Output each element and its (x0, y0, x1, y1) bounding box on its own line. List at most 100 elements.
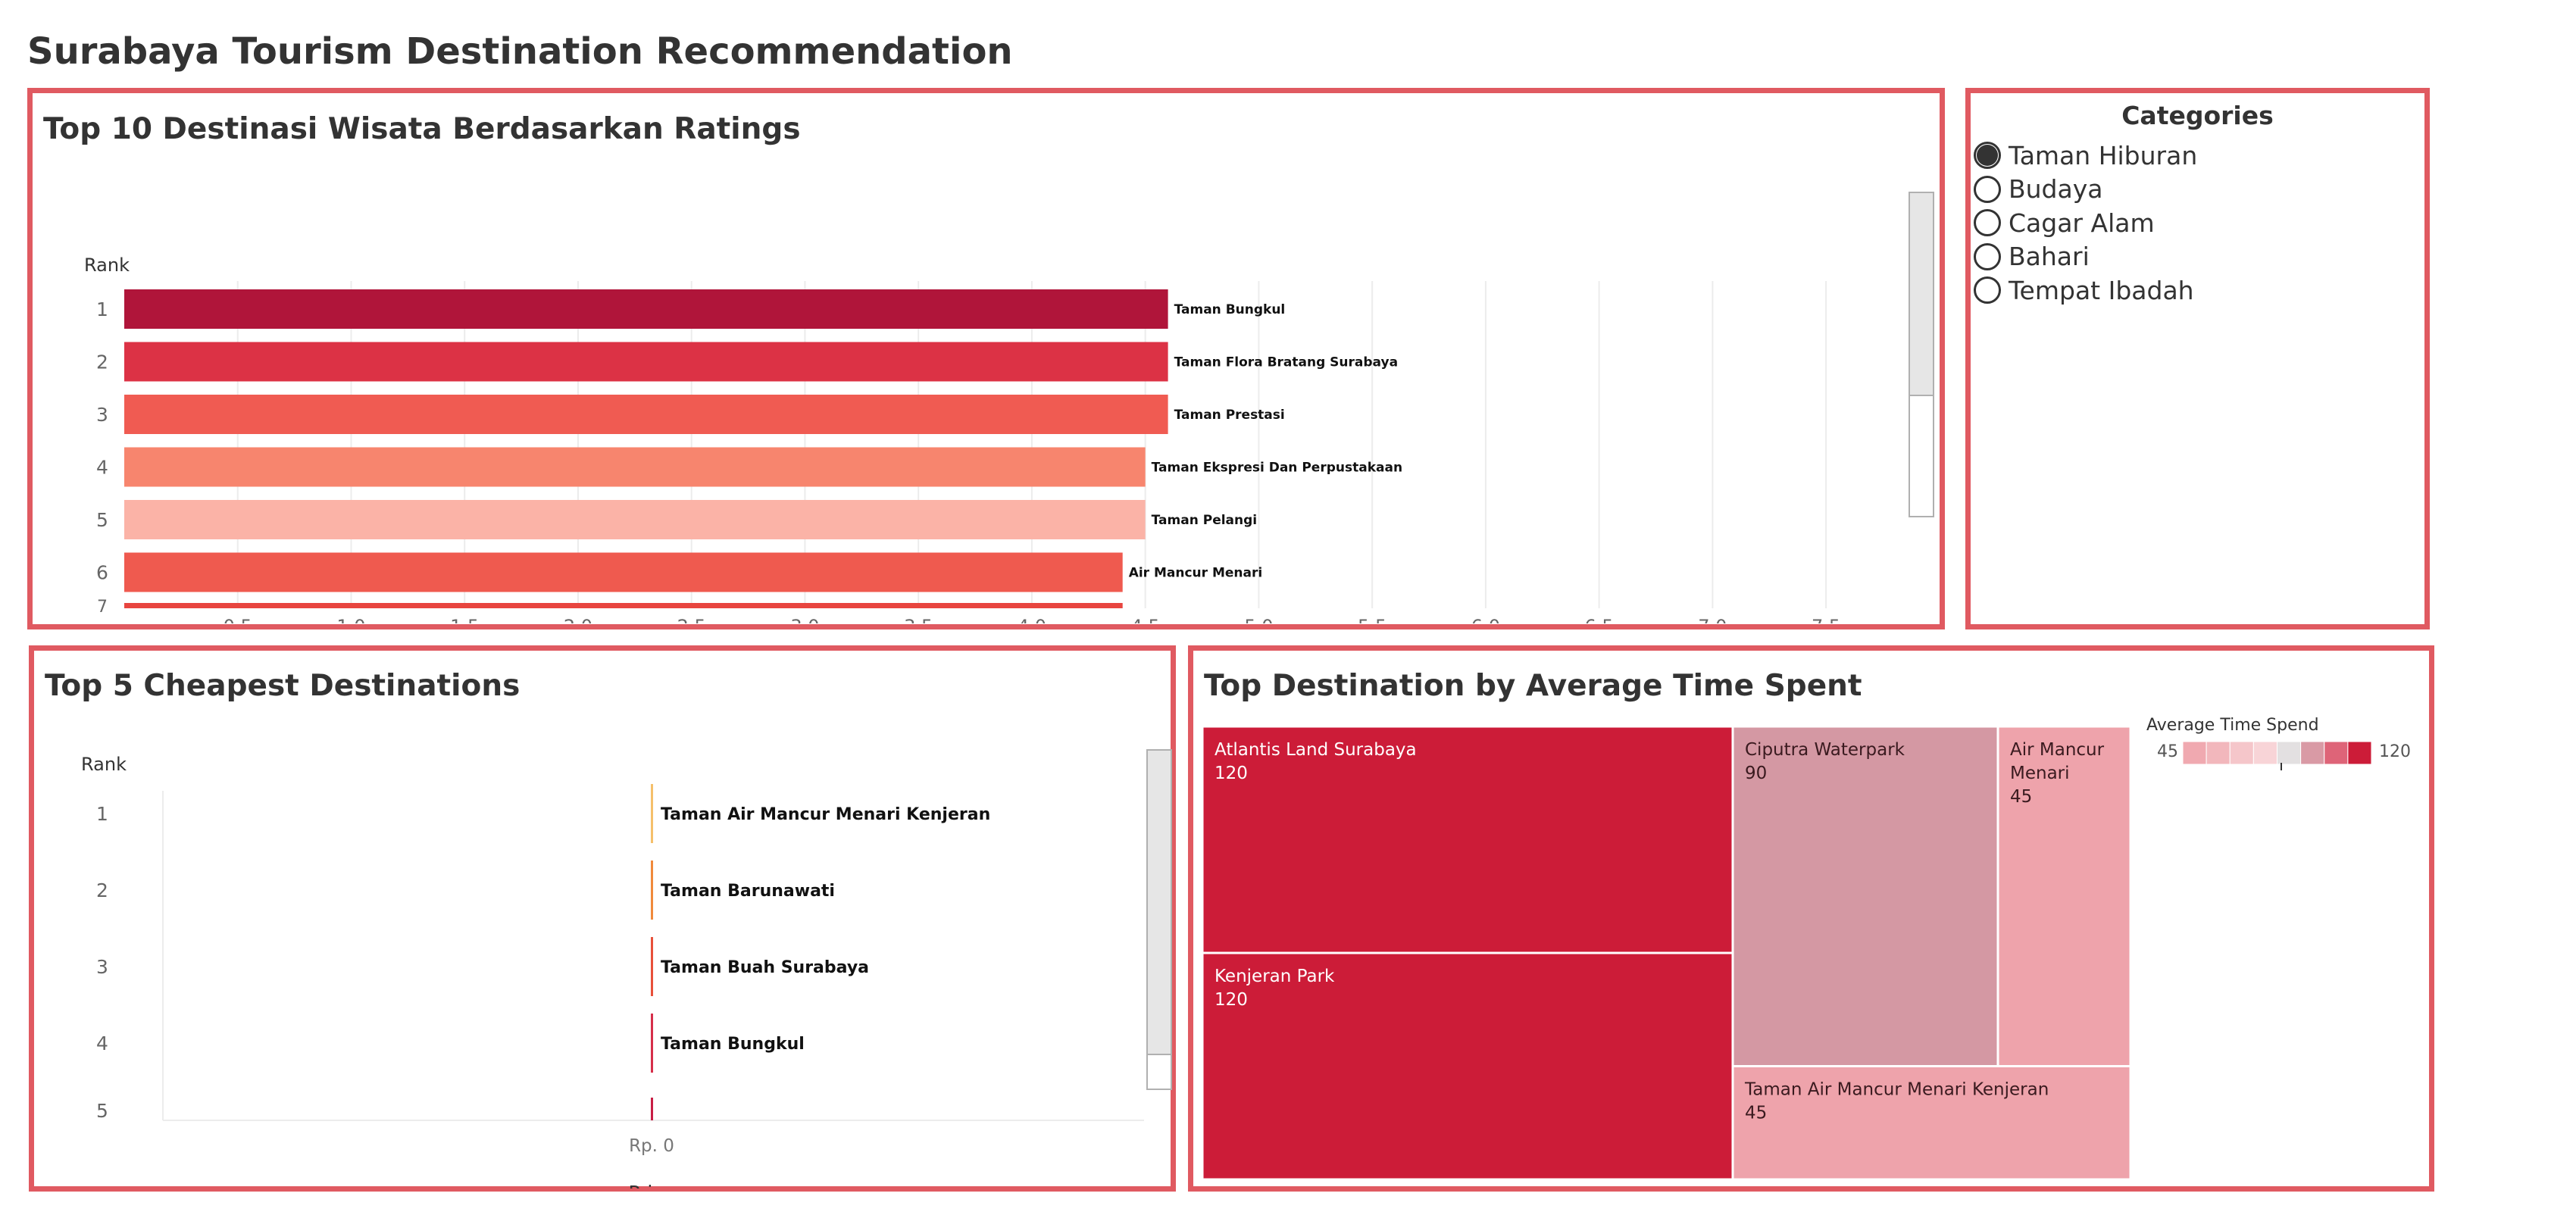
x-tick-label: 3.0 (790, 616, 819, 623)
treemap-value: 120 (1215, 990, 1248, 1010)
treemap-label: Ciputra Waterpark (1745, 740, 1905, 760)
bar-label: Taman Air Mancur Menari Kenjeran (661, 805, 990, 824)
treemap-cell (1731, 725, 1999, 1067)
treemap-label: Air Mancur (2010, 740, 2105, 760)
rank-label: 1 (96, 298, 108, 320)
bar (651, 1014, 653, 1073)
y-axis-label: Rank (81, 754, 127, 775)
bar (124, 289, 1168, 329)
category-option-label: Bahari (2009, 242, 2090, 271)
category-option-label: Tempat Ibadah (2009, 275, 2194, 305)
bar (651, 861, 653, 920)
rank-label: 6 (96, 562, 108, 584)
bar-label: Taman Bungkul (661, 1035, 805, 1054)
treemap-value: 45 (1745, 1104, 1767, 1123)
treemap-cell (1201, 725, 1734, 954)
rank-label: 4 (96, 457, 108, 479)
ratings-scroll-thumb[interactable] (1910, 193, 1933, 396)
legend-min: 45 (2157, 742, 2178, 761)
bar-label: Air Mancur Menari (1129, 566, 1263, 581)
treemap-cell (1201, 951, 1734, 1181)
cheapest-scrollbar[interactable] (1146, 749, 1172, 1090)
x-tick-label: 7.5 (1812, 616, 1840, 623)
legend-swatch (2206, 741, 2231, 765)
x-tick-label: 4.0 (1018, 616, 1046, 623)
bar-label: Taman Ekspresi Dan Perpustakaan (1152, 461, 1402, 476)
bar-label: Taman Bungkul (1174, 302, 1286, 317)
radio-button-icon[interactable] (1974, 209, 2001, 236)
category-option[interactable]: Budaya (1974, 173, 2102, 206)
bar (651, 1098, 653, 1120)
category-option-label: Cagar Alam (2009, 208, 2155, 238)
legend-swatch (2252, 741, 2277, 765)
x-tick-label: 5.0 (1244, 616, 1273, 623)
bar (124, 500, 1146, 539)
dashboard-title: Surabaya Tourism Destination Recommendat… (27, 30, 1013, 73)
legend-max: 120 (2379, 742, 2411, 761)
bar (651, 784, 653, 843)
categories-title: Categories (2121, 101, 2274, 130)
x-tick-label: 6.5 (1585, 616, 1614, 623)
cheapest-bar-chart: Rank 1 Taman Air Mancur Menari Kenjeran 2 Ta… (81, 754, 1144, 1189)
x-tick-label: 1.5 (450, 616, 479, 623)
x-tick-label: 4.5 (1131, 616, 1160, 623)
cheapest-scroll-thumb[interactable] (1148, 751, 1171, 1055)
legend-swatch (2347, 741, 2372, 765)
ratings-panel: Top 10 Destinasi Wisata Berdasarkan Rati… (27, 88, 1945, 629)
treemap-label: Atlantis Land Surabaya (1215, 740, 1417, 760)
category-option[interactable]: Bahari (1974, 240, 2090, 273)
treemap-label: Taman Air Mancur Menari Kenjeran (1744, 1080, 2049, 1100)
x-tick-label: 5.5 (1358, 616, 1386, 623)
bar (124, 552, 1123, 592)
treemap-value: 120 (1215, 764, 1248, 783)
categories-panel: Categories Taman Hiburan Budaya Cagar Alam… (1965, 88, 2430, 629)
legend-title: Average Time Spend (2146, 716, 2319, 735)
radio-button-icon[interactable] (1974, 276, 2001, 304)
timespent-panel: Top Destination by Average Time Spent At… (1188, 645, 2434, 1192)
treemap-value: 45 (2010, 787, 2032, 807)
x-tick-label: Rp. 0 (629, 1136, 674, 1156)
x-tick-label: 1.0 (336, 616, 365, 623)
rank-label: 4 (96, 1032, 108, 1054)
bar (124, 342, 1168, 382)
x-tick-label: 0.5 (224, 616, 252, 623)
treemap-value: 90 (1745, 764, 1767, 783)
legend-swatch (2277, 741, 2302, 765)
y-axis-label: Rank (84, 255, 130, 276)
category-option[interactable]: Taman Hiburan (1974, 139, 2197, 172)
x-tick-label: 2.0 (564, 616, 592, 623)
rank-label: 3 (96, 956, 108, 978)
bar-label: Taman Buah Surabaya (661, 958, 869, 977)
bar-partial (124, 603, 1123, 608)
cheapest-panel: Top 5 Cheapest Destinations Rank 1 Taman A… (29, 645, 1176, 1192)
x-tick-label: 6.0 (1471, 616, 1500, 623)
radio-button-icon[interactable] (1974, 175, 2001, 203)
radio-button-icon[interactable] (1974, 142, 2001, 169)
ratings-scrollbar[interactable] (1909, 192, 1934, 517)
category-option[interactable]: Cagar Alam (1974, 206, 2155, 239)
legend-swatch (2300, 741, 2325, 765)
category-option[interactable]: Tempat Ibadah (1974, 273, 2194, 307)
treemap-label: Kenjeran Park (1215, 967, 1335, 986)
radio-button-icon[interactable] (1974, 242, 2001, 270)
rank-label-partial: 7 (97, 598, 108, 617)
x-tick-label: 2.5 (677, 616, 706, 623)
rank-label: 2 (96, 879, 108, 901)
bar-label: Taman Pelangi (1152, 513, 1257, 528)
legend-swatch (2324, 741, 2349, 765)
x-axis-label: Price (629, 1182, 675, 1189)
bar (651, 937, 653, 996)
bar-label: Taman Barunawati (661, 882, 835, 901)
rank-label: 5 (96, 1100, 108, 1122)
bar-label: Taman Flora Bratang Surabaya (1174, 355, 1398, 370)
rank-label: 3 (96, 404, 108, 426)
x-tick-label: 3.5 (904, 616, 933, 623)
bar (124, 447, 1146, 487)
rank-label: 1 (96, 803, 108, 825)
bar-label: Taman Prestasi (1174, 408, 1285, 423)
category-option-label: Budaya (2009, 174, 2103, 204)
rank-label: 5 (96, 509, 108, 531)
x-tick-label: 7.0 (1698, 616, 1727, 623)
rank-label: 2 (96, 351, 108, 373)
treemap-label: Menari (2010, 764, 2070, 783)
